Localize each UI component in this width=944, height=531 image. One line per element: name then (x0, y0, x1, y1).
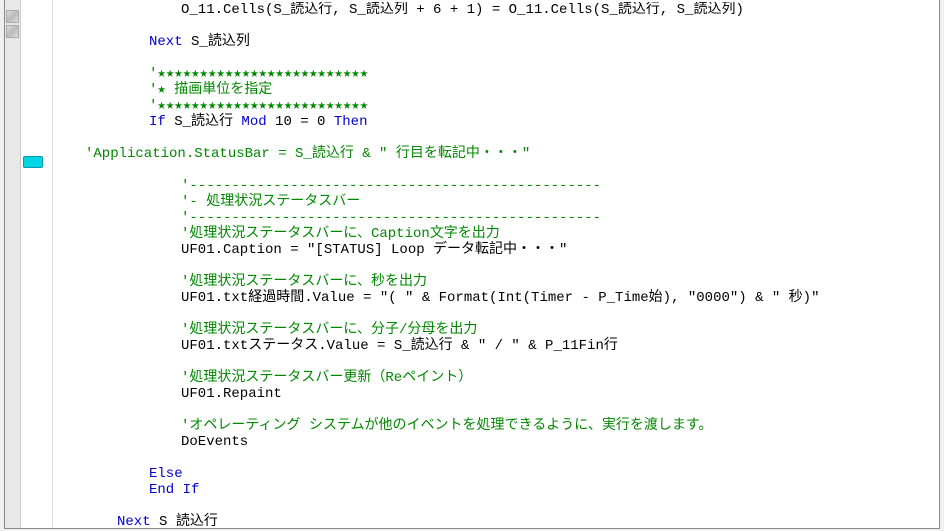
code-line[interactable]: UF01.txt経過時間.Value = "( " & Format(Int(T… (53, 290, 937, 306)
code-token: S_読込列 (183, 34, 250, 50)
code-line[interactable]: '- 処理状況ステータスバー (53, 194, 937, 210)
code-line[interactable] (53, 402, 937, 418)
code-token: '★ 描画単位を指定 (149, 82, 272, 98)
code-line[interactable] (53, 18, 937, 34)
code-token: DoEvents (181, 434, 248, 450)
breakpoint-marker[interactable] (23, 156, 43, 168)
code-line[interactable]: UF01.Repaint (53, 386, 937, 402)
left-strip (5, 0, 21, 528)
code-line[interactable] (53, 306, 937, 322)
code-token: '---------------------------------------… (181, 210, 601, 226)
code-token: UF01.Repaint (181, 386, 282, 402)
code-line[interactable]: O_11.Cells(S_読込行, S_読込列 + 6 + 1) = O_11.… (53, 2, 937, 18)
code-line[interactable]: 'Application.StatusBar = S_読込行 & " 行目を転記… (53, 146, 937, 162)
code-line[interactable]: Else (53, 466, 937, 482)
code-token: '★★★★★★★★★★★★★★★★★★★★★★★★★ (149, 66, 368, 82)
code-line[interactable]: 'オペレーティング システムが他のイベントを処理できるように、実行を渡します。 (53, 418, 937, 434)
code-token: S_読込行 (151, 514, 218, 526)
strip-icon (6, 25, 19, 38)
code-line[interactable]: '処理状況ステータスバーに、Caption文字を出力 (53, 226, 937, 242)
code-line[interactable] (53, 498, 937, 514)
code-token: '処理状況ステータスバーに、分子/分母を出力 (181, 322, 477, 338)
code-line[interactable]: UF01.Caption = "[STATUS] Loop データ転記中・・・" (53, 242, 937, 258)
code-token: '- 処理状況ステータスバー (181, 194, 360, 210)
code-line[interactable]: Next S_読込列 (53, 34, 937, 50)
code-token: UF01.txt経過時間.Value = "( " & Format(Int(T… (181, 290, 820, 306)
code-line[interactable]: '処理状況ステータスバー更新（Reペイント） (53, 370, 937, 386)
code-line[interactable] (53, 354, 937, 370)
code-token: '処理状況ステータスバー更新（Reペイント） (181, 370, 472, 386)
code-token: '---------------------------------------… (181, 178, 601, 194)
code-line[interactable] (53, 450, 937, 466)
code-token: '★★★★★★★★★★★★★★★★★★★★★★★★★ (149, 98, 368, 114)
code-line[interactable]: '処理状況ステータスバーに、秒を出力 (53, 274, 937, 290)
code-line[interactable] (53, 50, 937, 66)
code-line[interactable]: UF01.txtステータス.Value = S_読込行 & " / " & P_… (53, 338, 937, 354)
code-line[interactable]: '---------------------------------------… (53, 210, 937, 226)
code-token: UF01.Caption = "[STATUS] Loop データ転記中・・・" (181, 242, 567, 258)
code-line[interactable]: End If (53, 482, 937, 498)
code-token: If (149, 114, 166, 130)
code-token: 'オペレーティング システムが他のイベントを処理できるように、実行を渡します。 (181, 418, 712, 434)
code-token: 'Application.StatusBar = S_読込行 & " 行目を転記… (85, 146, 530, 162)
code-line[interactable] (53, 258, 937, 274)
editor-window: O_11.Cells(S_読込行, S_読込列 + 6 + 1) = O_11.… (4, 0, 940, 529)
code-line[interactable] (53, 130, 937, 146)
code-token: Next (149, 34, 183, 50)
code-token: S_読込行 (166, 114, 242, 130)
code-line[interactable]: '---------------------------------------… (53, 178, 937, 194)
code-line[interactable] (53, 162, 937, 178)
code-token: '処理状況ステータスバーに、Caption文字を出力 (181, 226, 500, 242)
code-line[interactable]: '★★★★★★★★★★★★★★★★★★★★★★★★★ (53, 98, 937, 114)
code-token: O_11.Cells(S_読込行, S_読込列 + 6 + 1) = O_11.… (181, 2, 744, 18)
code-token: Mod (241, 114, 266, 130)
code-token: End If (149, 482, 199, 498)
code-line[interactable]: If S_読込行 Mod 10 = 0 Then (53, 114, 937, 130)
scrollbar-icons (6, 10, 20, 40)
gutter (21, 0, 53, 528)
code-line[interactable]: DoEvents (53, 434, 937, 450)
strip-icon (6, 10, 19, 23)
code-line[interactable]: '★★★★★★★★★★★★★★★★★★★★★★★★★ (53, 66, 937, 82)
code-token: Then (334, 114, 368, 130)
code-line[interactable]: '処理状況ステータスバーに、分子/分母を出力 (53, 322, 937, 338)
code-token: Else (149, 466, 183, 482)
code-line[interactable]: Next S_読込行 (53, 514, 937, 526)
code-token: Next (117, 514, 151, 526)
code-token: '処理状況ステータスバーに、秒を出力 (181, 274, 427, 290)
code-editor[interactable]: O_11.Cells(S_読込行, S_読込列 + 6 + 1) = O_11.… (53, 2, 937, 526)
code-token: 10 = 0 (267, 114, 334, 130)
code-line[interactable]: '★ 描画単位を指定 (53, 82, 937, 98)
code-token: UF01.txtステータス.Value = S_読込行 & " / " & P_… (181, 338, 618, 354)
